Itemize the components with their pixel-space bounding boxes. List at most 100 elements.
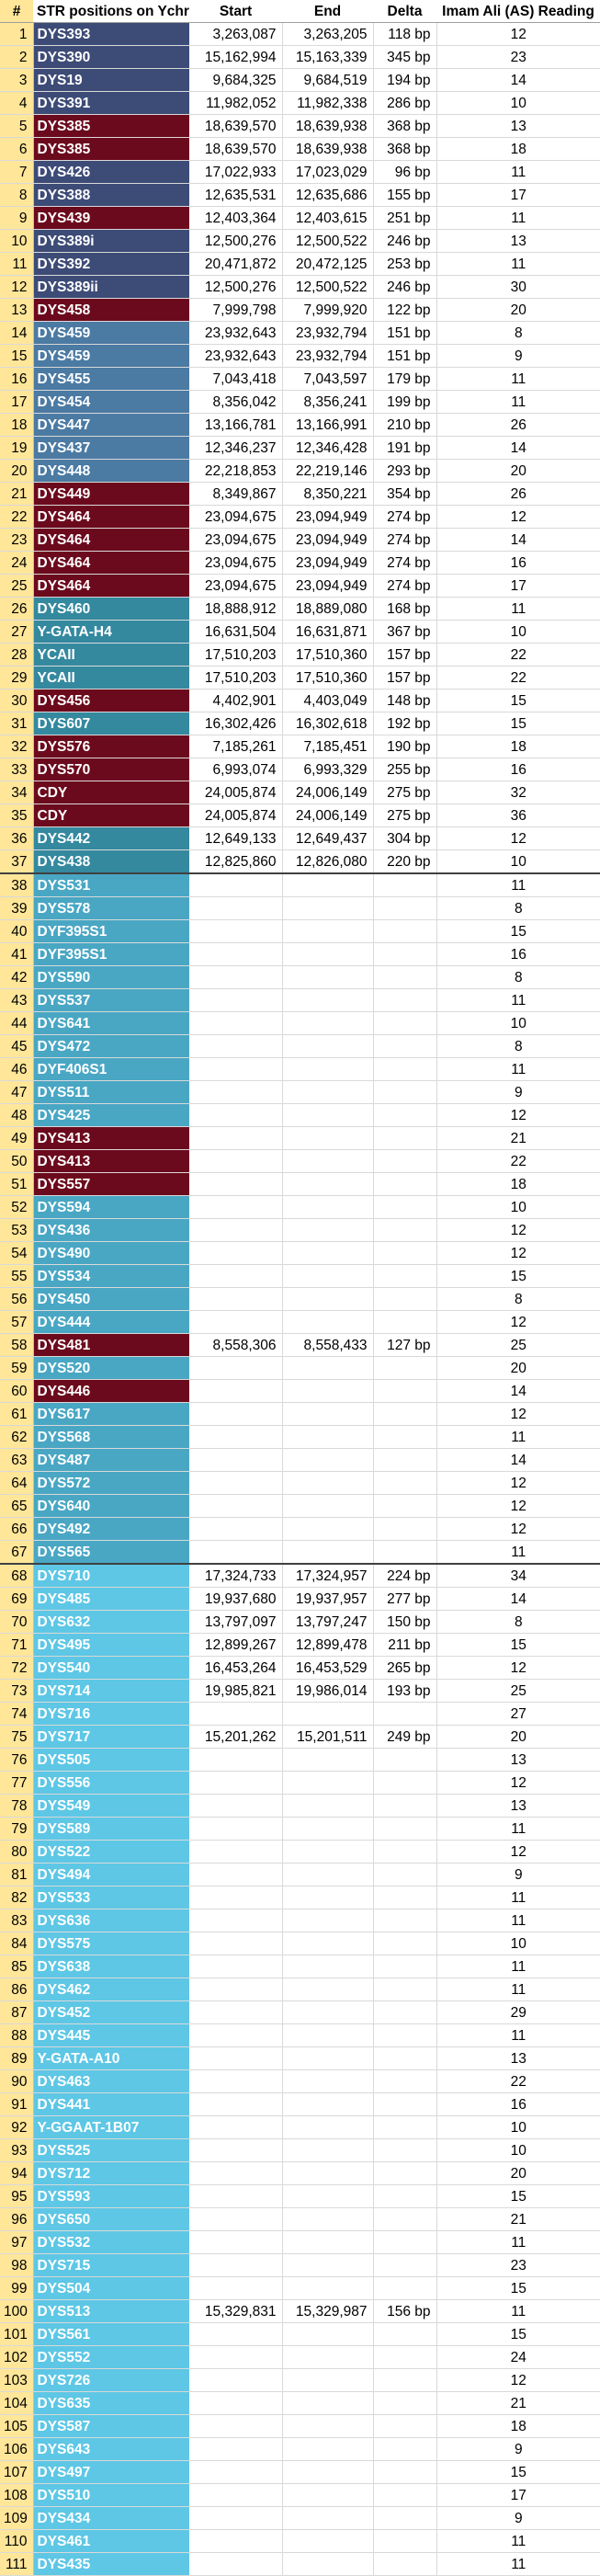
cell-str-name[interactable]: DYS413 <box>33 1149 190 1173</box>
cell-str-name[interactable]: DYS537 <box>33 988 190 1012</box>
cell-row-index[interactable]: 109 <box>0 2506 34 2530</box>
cell-delta[interactable]: 96 bp <box>372 160 436 184</box>
cell-row-index[interactable]: 86 <box>0 1978 34 2001</box>
cell-delta[interactable]: 157 bp <box>372 666 436 690</box>
cell-delta[interactable] <box>372 1126 436 1150</box>
cell-start-pos[interactable] <box>188 1218 282 1242</box>
cell-start-pos[interactable]: 18,639,570 <box>188 137 282 161</box>
cell-row-index[interactable]: 66 <box>0 1517 34 1541</box>
cell-start-pos[interactable] <box>188 2092 282 2116</box>
cell-start-pos[interactable] <box>188 2253 282 2277</box>
cell-reading[interactable]: 15 <box>436 2184 600 2208</box>
cell-delta[interactable]: 277 bp <box>372 1587 436 1611</box>
cell-end-pos[interactable]: 20,472,125 <box>281 252 373 276</box>
cell-delta[interactable] <box>372 1955 436 1978</box>
cell-delta[interactable] <box>372 2391 436 2415</box>
cell-reading[interactable]: 20 <box>436 459 600 483</box>
cell-start-pos[interactable]: 23,094,675 <box>188 528 282 552</box>
cell-end-pos[interactable]: 17,510,360 <box>281 666 373 690</box>
cell-row-index[interactable]: 30 <box>0 689 34 712</box>
cell-reading[interactable]: 15 <box>436 689 600 712</box>
cell-end-pos[interactable]: 4,403,049 <box>281 689 373 712</box>
cell-row-index[interactable]: 47 <box>0 1080 34 1104</box>
cell-str-name[interactable]: DYS435 <box>33 2552 190 2576</box>
cell-start-pos[interactable] <box>188 1494 282 1518</box>
cell-str-name[interactable]: DYS490 <box>33 1241 190 1265</box>
cell-end-pos[interactable] <box>281 1932 373 1955</box>
cell-start-pos[interactable]: 15,201,262 <box>188 1725 282 1749</box>
cell-end-pos[interactable] <box>281 2184 373 2208</box>
cell-end-pos[interactable] <box>281 1863 373 1886</box>
cell-end-pos[interactable] <box>281 1771 373 1795</box>
cell-row-index[interactable]: 64 <box>0 1471 34 1495</box>
cell-end-pos[interactable] <box>281 1241 373 1265</box>
cell-row-index[interactable]: 100 <box>0 2299 34 2323</box>
cell-delta[interactable] <box>372 2483 436 2507</box>
cell-row-index[interactable]: 70 <box>0 1610 34 1634</box>
cell-reading[interactable]: 11 <box>436 390 600 414</box>
cell-str-name[interactable]: DYS391 <box>33 91 190 115</box>
cell-str-name[interactable]: DYS385 <box>33 114 190 138</box>
cell-end-pos[interactable]: 12,635,686 <box>281 183 373 207</box>
cell-row-index[interactable]: 62 <box>0 1425 34 1449</box>
cell-delta[interactable] <box>372 2000 436 2024</box>
cell-end-pos[interactable] <box>281 919 373 943</box>
cell-str-name[interactable]: DYS716 <box>33 1702 190 1726</box>
cell-str-name[interactable]: DYS640 <box>33 1494 190 1518</box>
cell-delta[interactable] <box>372 2414 436 2438</box>
cell-start-pos[interactable]: 12,403,364 <box>188 206 282 230</box>
cell-end-pos[interactable]: 18,889,080 <box>281 597 373 621</box>
cell-row-index[interactable]: 12 <box>0 275 34 299</box>
cell-row-index[interactable]: 72 <box>0 1656 34 1680</box>
cell-str-name[interactable]: DYS572 <box>33 1471 190 1495</box>
cell-start-pos[interactable] <box>188 1817 282 1841</box>
cell-reading[interactable]: 14 <box>436 1448 600 1472</box>
cell-str-name[interactable]: DYS442 <box>33 826 190 850</box>
cell-row-index[interactable]: 59 <box>0 1356 34 1380</box>
cell-str-name[interactable]: DYF395S1 <box>33 942 190 966</box>
cell-reading[interactable]: 18 <box>436 2414 600 2438</box>
cell-str-name[interactable]: DYS576 <box>33 735 190 758</box>
col-header-index[interactable]: # <box>0 0 33 23</box>
cell-end-pos[interactable]: 22,219,146 <box>281 459 373 483</box>
cell-reading[interactable]: 11 <box>436 1540 600 1565</box>
cell-str-name[interactable]: DYS533 <box>33 1886 190 1909</box>
cell-start-pos[interactable]: 13,166,781 <box>188 413 282 437</box>
cell-str-name[interactable]: DYS472 <box>33 1034 190 1058</box>
cell-reading[interactable]: 8 <box>436 896 600 920</box>
cell-reading[interactable]: 11 <box>436 1955 600 1978</box>
cell-row-index[interactable]: 104 <box>0 2391 34 2415</box>
cell-end-pos[interactable] <box>281 2276 373 2300</box>
cell-start-pos[interactable]: 22,218,853 <box>188 459 282 483</box>
cell-end-pos[interactable] <box>281 1978 373 2001</box>
cell-str-name[interactable]: DYF395S1 <box>33 919 190 943</box>
cell-end-pos[interactable]: 24,006,149 <box>281 781 373 804</box>
cell-start-pos[interactable] <box>188 1057 282 1081</box>
cell-start-pos[interactable] <box>188 2207 282 2231</box>
cell-delta[interactable] <box>372 1817 436 1841</box>
cell-start-pos[interactable]: 23,094,675 <box>188 551 282 575</box>
cell-row-index[interactable]: 9 <box>0 206 34 230</box>
cell-reading[interactable]: 23 <box>436 45 600 69</box>
cell-str-name[interactable]: DYS587 <box>33 2414 190 2438</box>
cell-reading[interactable]: 22 <box>436 643 600 667</box>
cell-delta[interactable] <box>372 1517 436 1541</box>
cell-delta[interactable] <box>372 1494 436 1518</box>
cell-start-pos[interactable]: 12,346,237 <box>188 436 282 460</box>
cell-row-index[interactable]: 10 <box>0 229 34 253</box>
cell-end-pos[interactable] <box>281 2437 373 2461</box>
cell-str-name[interactable]: DYS455 <box>33 367 190 391</box>
cell-start-pos[interactable] <box>188 2506 282 2530</box>
cell-reading[interactable]: 9 <box>436 1863 600 1886</box>
cell-row-index[interactable]: 91 <box>0 2092 34 2116</box>
cell-delta[interactable]: 293 bp <box>372 459 436 483</box>
cell-reading[interactable]: 22 <box>436 666 600 690</box>
cell-row-index[interactable]: 76 <box>0 1748 34 1772</box>
cell-delta[interactable]: 193 bp <box>372 1679 436 1703</box>
cell-row-index[interactable]: 79 <box>0 1817 34 1841</box>
cell-start-pos[interactable] <box>188 1863 282 1886</box>
cell-delta[interactable]: 211 bp <box>372 1633 436 1657</box>
cell-reading[interactable]: 14 <box>436 68 600 92</box>
cell-start-pos[interactable]: 16,631,504 <box>188 620 282 644</box>
cell-row-index[interactable]: 19 <box>0 436 34 460</box>
